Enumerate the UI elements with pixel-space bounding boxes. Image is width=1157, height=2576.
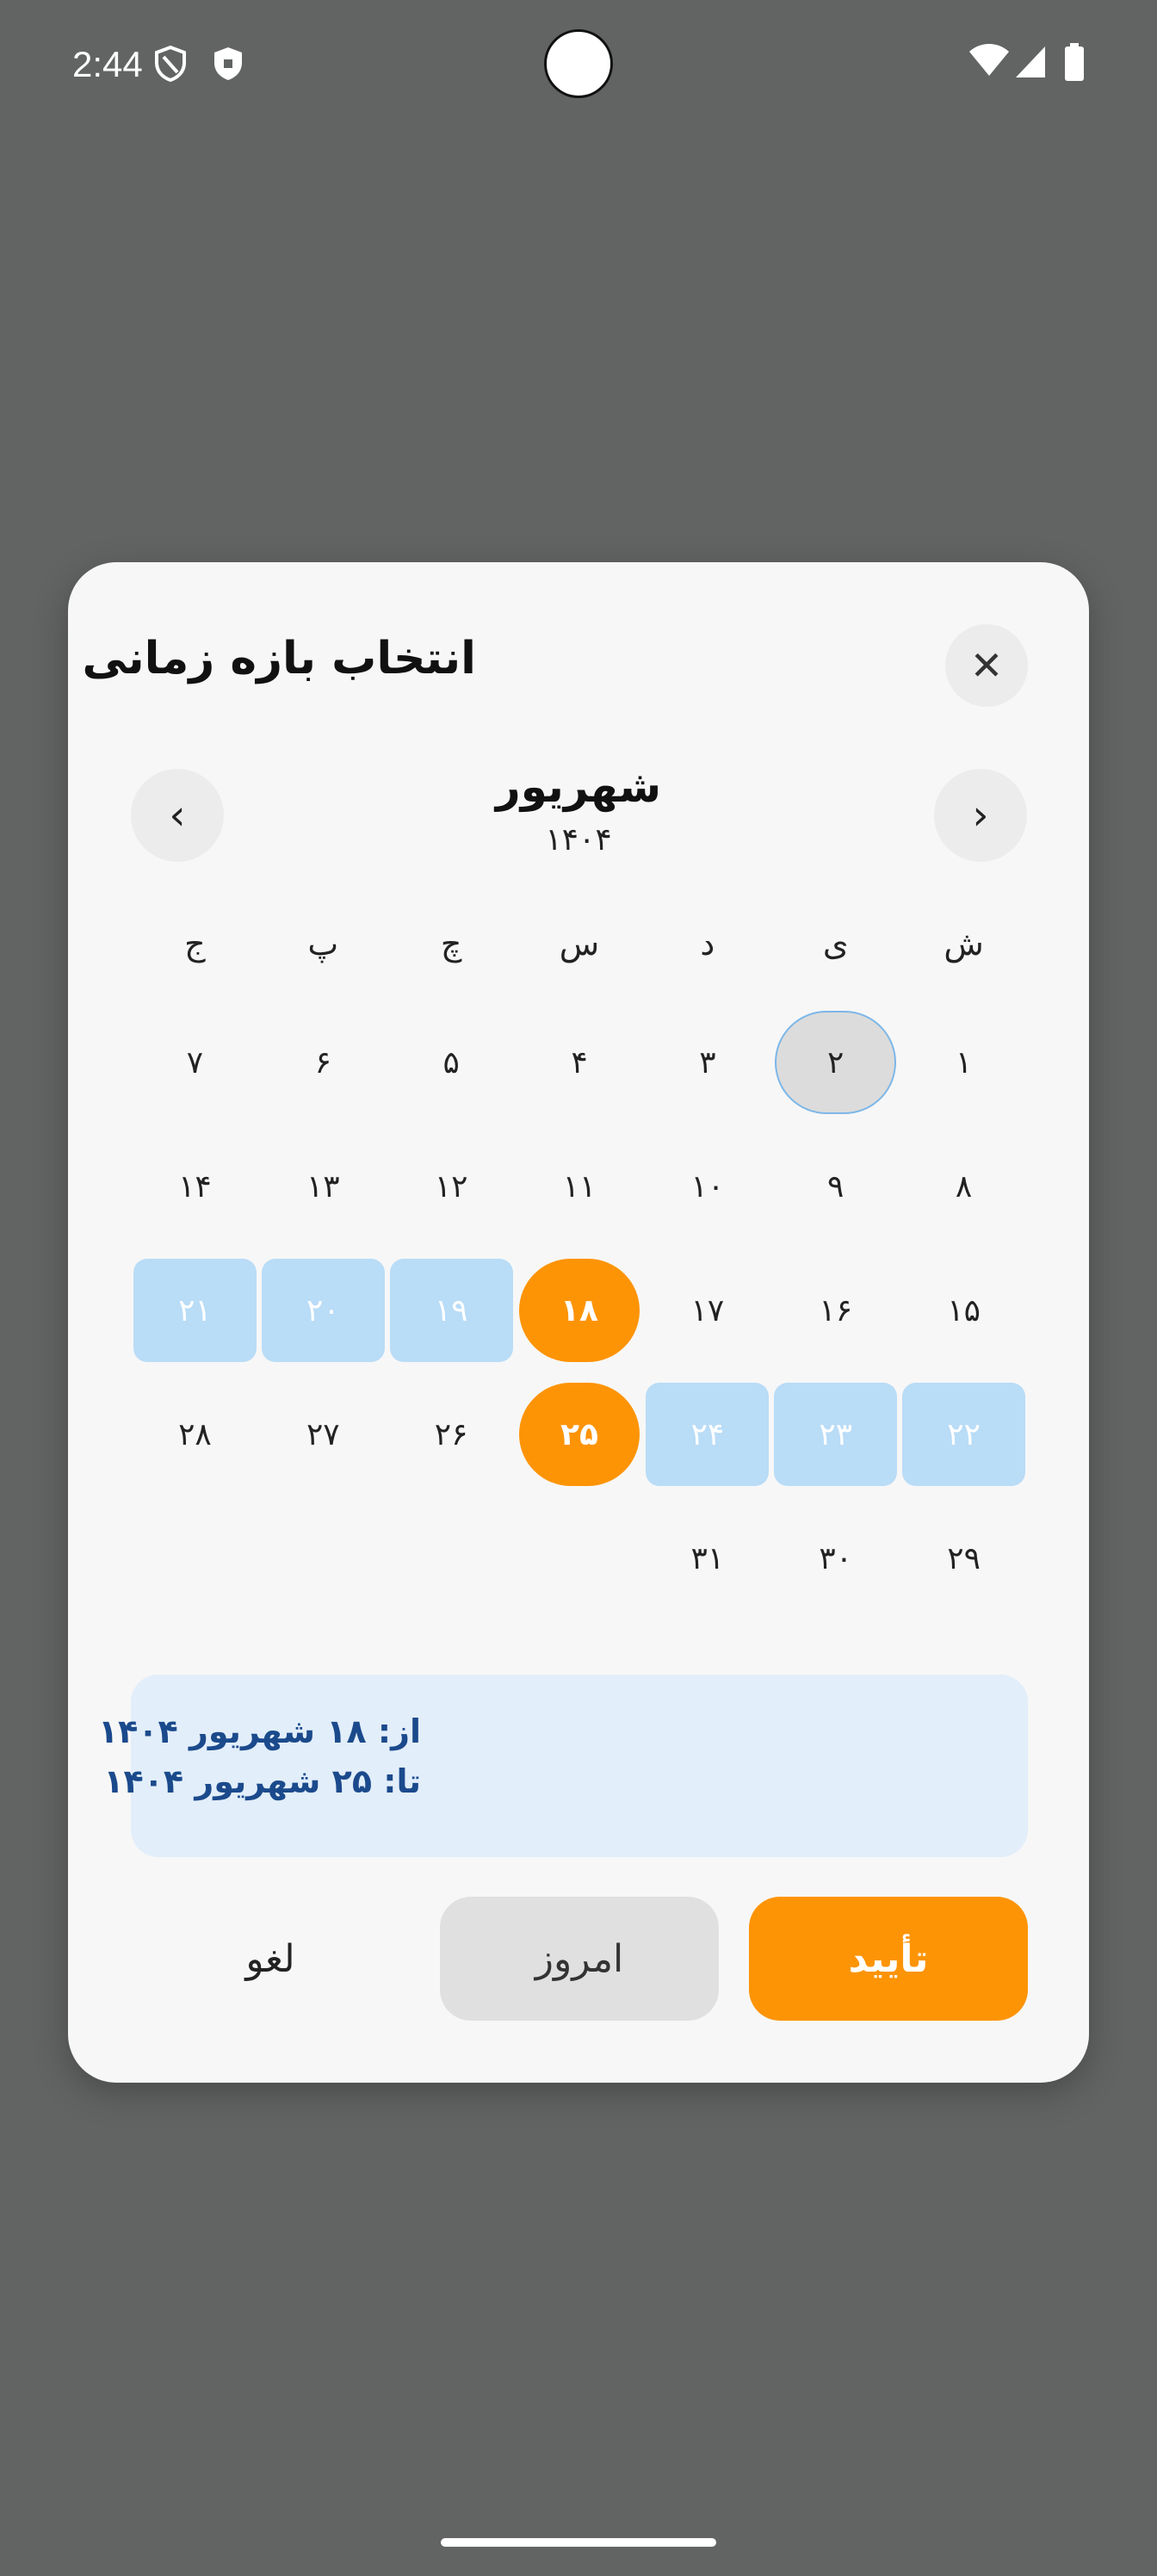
- weekday-header: ش ی د س چ پ ج: [131, 913, 1028, 974]
- day-cell[interactable]: ۷: [131, 990, 259, 1114]
- close-button[interactable]: ✕: [945, 624, 1028, 707]
- day-cell[interactable]: ۲۸: [131, 1362, 259, 1486]
- day-cell-range[interactable]: ۲۴: [643, 1362, 771, 1486]
- day-number: ۲۸: [178, 1416, 212, 1452]
- range-from-text: از: ۱۸ شهریور ۱۴۰۴: [97, 1712, 421, 1750]
- day-number: ۹: [827, 1168, 845, 1204]
- vpn-shield-icon: [153, 45, 188, 86]
- today-button[interactable]: امروز: [440, 1897, 719, 2021]
- day-number: ۲۱: [178, 1292, 212, 1328]
- status-bar: 2:44: [0, 0, 1157, 129]
- day-cell[interactable]: ۱: [900, 990, 1028, 1114]
- day-cell[interactable]: ۱۳: [259, 1114, 387, 1238]
- day-number: ۲۷: [306, 1416, 340, 1452]
- weekday-label: چ: [440, 925, 462, 963]
- day-cell[interactable]: ۸: [900, 1114, 1028, 1238]
- range-to-text: تا: ۲۵ شهریور ۱۴۰۴: [103, 1762, 421, 1800]
- weekday-label: ی: [822, 925, 849, 963]
- day-cell-range[interactable]: ۲۰: [259, 1238, 387, 1362]
- signal-icon: [1014, 45, 1047, 83]
- weekday-label: س: [559, 925, 600, 963]
- day-number: ۱۳: [306, 1168, 340, 1204]
- day-number: ۱: [955, 1044, 973, 1081]
- day-cell[interactable]: ۱۶: [771, 1238, 900, 1362]
- day-number: ۱۱: [562, 1168, 597, 1204]
- day-number: ۱۸: [560, 1292, 598, 1328]
- day-number: ۲۵: [560, 1416, 598, 1452]
- day-cell[interactable]: ۱۴: [131, 1114, 259, 1238]
- day-cell-range[interactable]: ۱۹: [387, 1238, 516, 1362]
- wifi-icon: [968, 43, 1011, 81]
- day-cell[interactable]: ۳۰: [771, 1486, 900, 1610]
- weekday-label: پ: [307, 925, 339, 963]
- battery-icon: [1064, 43, 1085, 84]
- security-shield-icon: [211, 45, 245, 86]
- day-cell[interactable]: ۵: [387, 990, 516, 1114]
- day-number: ۱۴: [178, 1168, 212, 1204]
- day-number: ۲۳: [819, 1416, 853, 1452]
- next-month-button[interactable]: ›: [934, 769, 1027, 862]
- chevron-right-icon: ›: [972, 791, 989, 839]
- day-number: ۱۷: [690, 1292, 725, 1328]
- day-cell-today[interactable]: ۲: [771, 990, 900, 1114]
- day-cell[interactable]: ۲۷: [259, 1362, 387, 1486]
- day-number: ۱۵: [947, 1292, 981, 1328]
- day-cell-range[interactable]: ۲۲: [900, 1362, 1028, 1486]
- day-cell[interactable]: ۱۱: [516, 1114, 644, 1238]
- day-cell[interactable]: ۲۹: [900, 1486, 1028, 1610]
- calendar-grid: ۱ ۲ ۳ ۴ ۵ ۶ ۷ ۸ ۹ ۱۰ ۱۱ ۱۲ ۱۳ ۱۴ ۱۵ ۱۶ ۱۷ ۱۸ ۱۹ ۲۰ ۲۱ ۲۲ ۲۳ ۲۴ ۲…: [131, 990, 1028, 1610]
- day-cell-range[interactable]: ۲۱: [131, 1238, 259, 1362]
- day-number: ۳۱: [690, 1540, 725, 1576]
- day-number: ۳: [699, 1044, 716, 1081]
- day-cell-endpoint[interactable]: ۱۸: [516, 1238, 644, 1362]
- day-cell-endpoint[interactable]: ۲۵: [516, 1362, 644, 1486]
- range-summary: از: ۱۸ شهریور ۱۴۰۴ تا: ۲۵ شهریور ۱۴۰۴: [98, 1675, 1028, 1857]
- day-cell[interactable]: ۶: [259, 990, 387, 1114]
- day-number: ۱۹: [434, 1292, 468, 1328]
- day-cell[interactable]: ۲۶: [387, 1362, 516, 1486]
- day-number: ۴: [571, 1044, 588, 1081]
- day-cell[interactable]: ۴: [516, 990, 644, 1114]
- weekday-label: ش: [944, 925, 984, 963]
- day-number: ۲۰: [306, 1292, 340, 1328]
- day-number: ۷: [186, 1044, 204, 1081]
- status-time: 2:44: [72, 44, 143, 84]
- day-cell[interactable]: ۳: [643, 990, 771, 1114]
- day-number: ۱۰: [690, 1168, 725, 1204]
- home-indicator[interactable]: [441, 2538, 716, 2547]
- front-camera: [544, 29, 613, 98]
- day-cell[interactable]: ۱۰: [643, 1114, 771, 1238]
- day-cell[interactable]: ۱۲: [387, 1114, 516, 1238]
- day-number: ۱۲: [434, 1168, 468, 1204]
- day-cell[interactable]: ۱۷: [643, 1238, 771, 1362]
- day-cell[interactable]: ۱۵: [900, 1238, 1028, 1362]
- day-number: ۶: [314, 1044, 331, 1081]
- day-number: ۲: [827, 1044, 845, 1081]
- day-cell[interactable]: ۳۱: [643, 1486, 771, 1610]
- weekday-label: د: [700, 925, 715, 963]
- day-cell-range[interactable]: ۲۳: [771, 1362, 900, 1486]
- day-number: ۲۹: [947, 1540, 981, 1576]
- confirm-button[interactable]: تأیید: [749, 1897, 1028, 2021]
- day-number: ۲۶: [434, 1416, 468, 1452]
- dialog-title: انتخاب بازه زمانی: [82, 633, 476, 684]
- day-number: ۱۶: [819, 1292, 853, 1328]
- date-range-dialog: انتخاب بازه زمانی ✕ ‹ شهریور ۱۴۰۴ › ش ی …: [68, 562, 1089, 2083]
- weekday-label: ج: [184, 925, 206, 963]
- close-icon: ✕: [969, 642, 1004, 689]
- cancel-button[interactable]: لغو: [131, 1897, 410, 2021]
- day-number: ۸: [955, 1168, 973, 1204]
- day-number: ۲۲: [947, 1416, 981, 1452]
- day-number: ۳۰: [819, 1540, 853, 1576]
- day-cell[interactable]: ۹: [771, 1114, 900, 1238]
- day-number: ۵: [442, 1044, 460, 1081]
- day-number: ۲۴: [690, 1416, 725, 1452]
